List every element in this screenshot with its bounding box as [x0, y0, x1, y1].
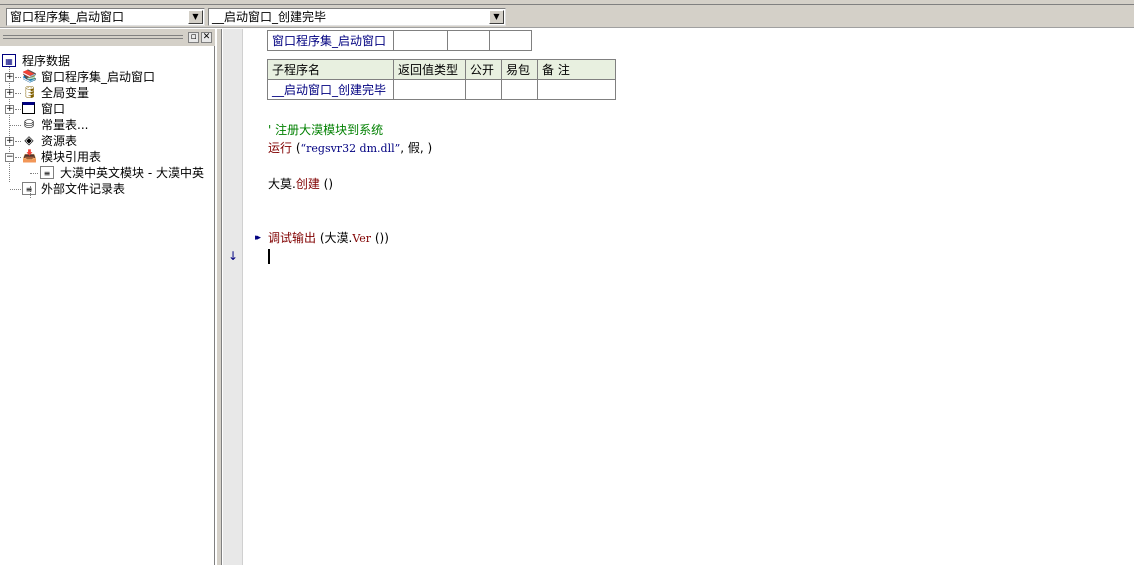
external-file-icon: ≡: [22, 182, 36, 195]
code-line-debug[interactable]: 调试输出 (大漠.Ver ()): [268, 231, 389, 246]
easy-pkg-cell[interactable]: [501, 79, 538, 100]
resource-icon: ◈: [24, 133, 34, 147]
col-header: 易包: [501, 59, 538, 80]
code-line-run[interactable]: 运行 (“regsvr32 dm.dll”, 假, ): [268, 141, 432, 156]
keyword: 运行: [268, 141, 293, 155]
assembly-combo[interactable]: 窗口程序集_启动窗口 ▼: [6, 8, 205, 26]
keyword: 创建: [295, 177, 320, 191]
current-line-arrow-icon: ↓: [228, 249, 239, 263]
chevron-down-icon[interactable]: ▼: [188, 10, 203, 24]
editor-gutter[interactable]: [223, 29, 243, 565]
code-line-create[interactable]: 大莫.创建 (): [268, 177, 333, 191]
subroutine-name-cell[interactable]: __启动窗口_创建完毕: [267, 79, 394, 100]
module-file-icon: ≡: [40, 166, 54, 179]
panel-header: ▫ ✕: [0, 29, 215, 46]
program-data-panel: ▫ ✕ ▦ 程序数据 + 📚 窗口程序集_启动窗口 + 🛢 全局变量 + 窗口: [0, 29, 215, 565]
assembly-cell[interactable]: [393, 30, 448, 51]
subroutine-combo[interactable]: __启动窗口_创建完毕 ▼: [208, 8, 506, 26]
public-cell[interactable]: [465, 79, 502, 100]
assembly-cell[interactable]: [489, 30, 532, 51]
assembly-combo-value: 窗口程序集_启动窗口: [10, 10, 125, 24]
execution-marker-icon: ▸▸: [255, 233, 261, 243]
subroutine-table: 子程序名 返回值类型 公开 易包 备 注 __启动窗口_创建完毕: [267, 59, 616, 100]
assembly-icon: 📚: [22, 69, 37, 83]
col-header: 返回值类型: [393, 59, 466, 80]
global-var-icon: 🛢: [22, 85, 38, 99]
program-data-icon: ▦: [2, 54, 16, 67]
code-editor[interactable]: [244, 29, 1134, 565]
return-type-cell[interactable]: [393, 79, 466, 100]
module-ref-icon: 📥: [22, 149, 37, 163]
window-icon: [22, 102, 35, 114]
code-comment[interactable]: ' 注册大漠模块到系统: [268, 123, 383, 137]
assembly-table: 窗口程序集_启动窗口: [267, 30, 532, 51]
combo-toolbar: 窗口程序集_启动窗口 ▼ __启动窗口_创建完毕 ▼: [0, 5, 1134, 28]
remark-cell[interactable]: [537, 79, 616, 100]
assembly-name-cell[interactable]: 窗口程序集_启动窗口: [267, 30, 394, 51]
expand-icon[interactable]: +: [5, 89, 14, 98]
close-icon[interactable]: ✕: [201, 32, 212, 43]
assembly-cell[interactable]: [447, 30, 490, 51]
collapse-icon[interactable]: −: [5, 153, 14, 162]
col-header: 备 注: [537, 59, 616, 80]
text-cursor: [268, 249, 270, 264]
panel-splitter[interactable]: [216, 29, 222, 565]
expand-icon[interactable]: +: [5, 73, 14, 82]
chevron-down-icon[interactable]: ▼: [489, 10, 504, 24]
constant-icon: ⛁: [23, 117, 35, 131]
subroutine-combo-value: __启动窗口_创建完毕: [212, 10, 327, 24]
expand-icon[interactable]: +: [5, 137, 14, 146]
dock-icon[interactable]: ▫: [188, 32, 199, 43]
keyword: 调试输出: [268, 231, 317, 245]
string-literal: “regsvr32 dm.dll”: [300, 142, 401, 155]
col-header: 子程序名: [267, 59, 394, 80]
col-header: 公开: [465, 59, 502, 80]
expand-icon[interactable]: +: [5, 105, 14, 114]
